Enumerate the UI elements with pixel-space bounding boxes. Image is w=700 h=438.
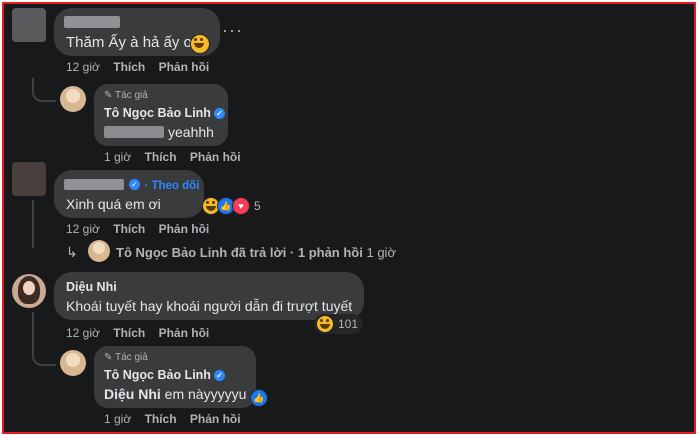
- reply-connector: [32, 78, 56, 102]
- thread-line: [32, 200, 34, 248]
- pencil-icon: ✎: [104, 90, 113, 101]
- timestamp[interactable]: 1 giờ: [104, 150, 131, 164]
- verified-icon: ✓: [213, 108, 225, 120]
- like-reaction-icon[interactable]: 👍: [250, 388, 268, 407]
- haha-reaction-icon: [190, 34, 210, 59]
- reaction-summary[interactable]: 101: [314, 314, 364, 334]
- more-options-icon[interactable]: ···: [222, 20, 243, 41]
- like-button[interactable]: Thích: [145, 412, 177, 426]
- reply-text: Diệu Nhi em nàyyyyyu: [104, 386, 247, 402]
- avatar[interactable]: [12, 8, 46, 42]
- author-badge: ✎ Tác giả: [104, 352, 148, 363]
- like-button[interactable]: Thích: [113, 222, 145, 236]
- avatar: [88, 240, 110, 262]
- comment-actions: 12 giờ Thích Phản hồi: [66, 222, 209, 236]
- reply-actions: 1 giờ Thích Phản hồi: [104, 150, 241, 164]
- reply-bubble: ✎ Tác giả Tô Ngọc Bảo Linh ✓ yeahhh: [94, 84, 228, 146]
- reply-button[interactable]: Phản hồi: [159, 222, 210, 236]
- reply-bubble: ✎ Tác giả Tô Ngọc Bảo Linh ✓ Diệu Nhi em …: [94, 346, 256, 408]
- verified-icon: ✓: [213, 370, 225, 382]
- pencil-icon: ✎: [104, 352, 113, 363]
- timestamp[interactable]: 1 giờ: [104, 412, 131, 426]
- comment-actions: 12 giờ Thích Phản hồi: [66, 326, 209, 340]
- reply-connector: [32, 344, 56, 366]
- like-button[interactable]: Thích: [113, 60, 145, 74]
- reply-arrow-icon: ↳: [66, 244, 78, 260]
- reply-button[interactable]: Phản hồi: [159, 60, 210, 74]
- reply-text: yeahhh: [168, 124, 214, 140]
- mention-tag[interactable]: Diệu Nhi: [104, 386, 161, 402]
- author-badge: ✎ Tác giả: [104, 90, 148, 101]
- comment-text: Thăm Ấy à hả ấy ơi: [66, 34, 197, 51]
- reply-button[interactable]: Phản hồi: [159, 326, 210, 340]
- reaction-count: 101: [338, 317, 359, 331]
- author-name[interactable]: [64, 179, 124, 190]
- like-button[interactable]: Thích: [145, 150, 177, 164]
- reaction-summary[interactable]: 👍 ♥ 5: [200, 196, 266, 216]
- view-replies-link[interactable]: ↳: [66, 244, 78, 261]
- reply-button[interactable]: Phản hồi: [190, 412, 241, 426]
- comment-bubble: Diệu Nhi Khoái tuyết hay khoái người dẫn…: [54, 272, 364, 320]
- replied-summary[interactable]: Tô Ngọc Bảo Linh đã trả lời · 1 phản hồi…: [116, 245, 396, 260]
- timestamp[interactable]: 12 giờ: [66, 326, 100, 340]
- author-name[interactable]: Tô Ngọc Bảo Linh ✓: [104, 368, 225, 382]
- comment-thread: Thăm Ấy à hả ấy ơi ··· 12 giờ Thích Phản…: [2, 2, 696, 434]
- love-reaction-icon: ♥: [232, 197, 250, 215]
- author-name[interactable]: Tô Ngọc Bảo Linh ✓: [104, 106, 225, 120]
- comment-actions: 12 giờ Thích Phản hồi: [66, 60, 209, 74]
- timestamp[interactable]: 12 giờ: [66, 60, 100, 74]
- avatar[interactable]: [12, 162, 46, 196]
- avatar[interactable]: [60, 350, 86, 376]
- comment-text: Xinh quá em ơi: [66, 196, 161, 212]
- comment-bubble: ✓ · Theo dõi Xinh quá em ơi: [54, 170, 204, 218]
- comment-text: Khoái tuyết hay khoái người dẫn đi trượt…: [66, 298, 353, 314]
- reply-button[interactable]: Phản hồi: [190, 150, 241, 164]
- avatar[interactable]: [12, 274, 46, 308]
- timestamp[interactable]: 12 giờ: [66, 222, 100, 236]
- reply-actions: 1 giờ Thích Phản hồi: [104, 412, 241, 426]
- verified-icon: ✓: [129, 179, 140, 191]
- follow-button[interactable]: · Theo dõi: [144, 180, 199, 192]
- haha-reaction-icon: [316, 315, 334, 333]
- avatar[interactable]: [60, 86, 86, 112]
- mention-tag[interactable]: [104, 126, 164, 138]
- reaction-count: 5: [254, 199, 261, 213]
- like-button[interactable]: Thích: [113, 326, 145, 340]
- author-name[interactable]: Diệu Nhi: [66, 280, 117, 294]
- author-name[interactable]: [64, 16, 120, 28]
